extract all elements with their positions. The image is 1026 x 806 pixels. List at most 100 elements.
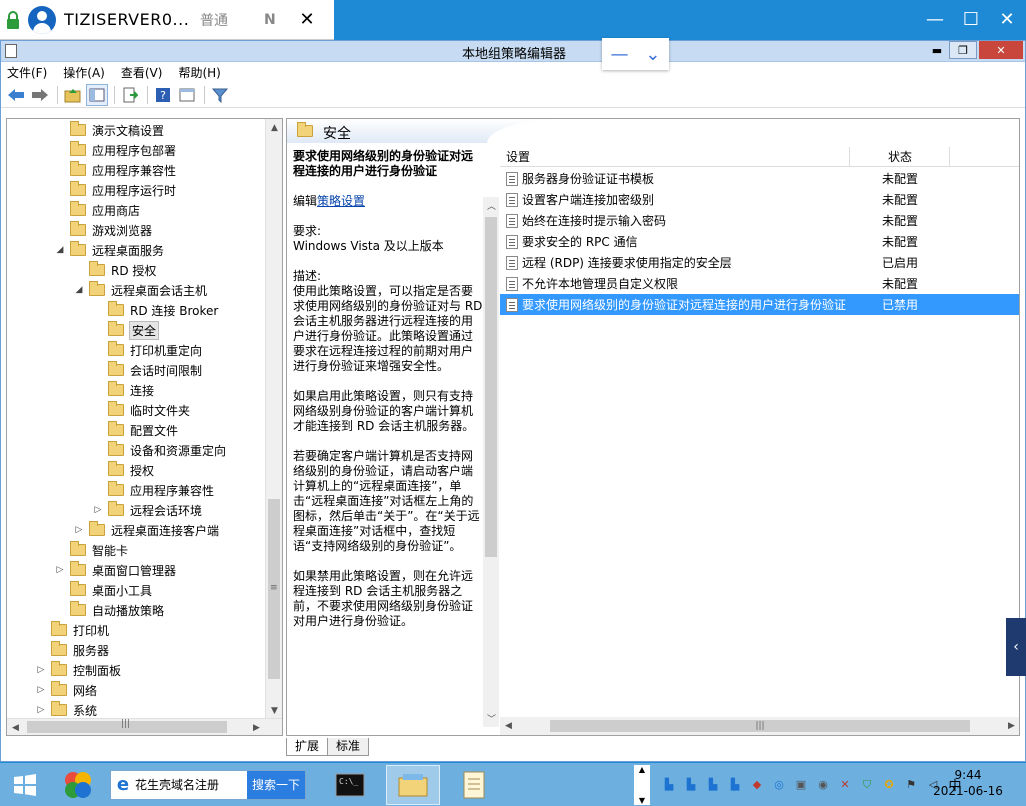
chevron-up-icon[interactable]: ▲	[639, 765, 645, 774]
tree-node[interactable]: 连接	[92, 380, 154, 400]
tree-hscroll-thumb[interactable]: |||	[27, 719, 227, 733]
chevron-down-icon[interactable]: ⌄	[645, 44, 660, 65]
tab-standard[interactable]: 标准	[327, 738, 370, 756]
desc-scroll-up-icon[interactable]: ︿	[483, 197, 500, 214]
tree-node[interactable]: 应用程序兼容性	[54, 160, 176, 180]
window-restore-icon[interactable]: ❐	[949, 41, 977, 59]
tree-scroll-thumb[interactable]: ≡	[268, 499, 280, 679]
file-explorer-taskbar-icon[interactable]	[386, 764, 440, 805]
setting-row[interactable]: 设置客户端连接加密级别 未配置	[500, 189, 1019, 210]
column-status[interactable]: 状态	[850, 147, 950, 166]
tree-node[interactable]: 应用商店	[54, 200, 140, 220]
tab-extended[interactable]: 扩展	[286, 738, 329, 756]
network-icon-3[interactable]: ▙	[704, 776, 722, 794]
flag-icon[interactable]: ⚑	[902, 776, 920, 794]
minimize-icon[interactable]: —	[915, 0, 955, 38]
description-scrollbar[interactable]: ︿ ﹀	[483, 197, 499, 727]
close-icon[interactable]: ✕	[987, 0, 1026, 38]
tree-node[interactable]: ◢ 远程桌面服务	[54, 240, 164, 260]
setting-row[interactable]: 要求使用网络级别的身份验证对远程连接的用户进行身份验证 已禁用	[500, 294, 1019, 315]
list-horizontal-scrollbar[interactable]: ◀ ||| ▶	[500, 717, 1019, 735]
search-text[interactable]: 花生壳域名注册	[135, 776, 247, 793]
tree-node[interactable]: 自动播放策略	[54, 600, 164, 620]
tree-node[interactable]: ▷ 网络	[35, 680, 97, 700]
window-minimize-icon[interactable]: ▬	[923, 41, 951, 59]
network-icon-4[interactable]: ▙	[726, 776, 744, 794]
tree-node[interactable]: 设备和资源重定向	[92, 440, 226, 460]
search-button[interactable]: 搜索一下	[247, 770, 305, 799]
tree-node[interactable]: ▷ 系统	[35, 700, 97, 720]
tree-node[interactable]: 应用程序兼容性	[92, 480, 214, 500]
menu-file[interactable]: 文件(F)	[7, 64, 47, 81]
scroll-up-icon[interactable]: ▲	[266, 119, 282, 136]
tree-horizontal-scrollbar[interactable]: ◀ ||| ▶	[7, 718, 282, 735]
update-icon[interactable]: ✪	[880, 776, 898, 794]
tree-node[interactable]: 安全	[92, 320, 160, 340]
expand-arrow-icon[interactable]: ▷	[92, 505, 104, 515]
list-scroll-left-icon[interactable]: ◀	[500, 718, 517, 735]
remote-minimize-icon[interactable]: —	[610, 44, 628, 65]
policy-editor-taskbar-icon[interactable]	[446, 765, 502, 805]
maximize-icon[interactable]: ☐	[951, 0, 991, 38]
column-setting[interactable]: 设置	[500, 147, 850, 166]
tree-node[interactable]: 服务器	[35, 640, 109, 660]
scroll-down-icon[interactable]: ▼	[266, 702, 282, 719]
tree-node[interactable]: ▷ 远程桌面连接客户端	[73, 520, 219, 540]
collapse-arrow-icon[interactable]: ◢	[54, 245, 66, 255]
tree-node[interactable]: 配置文件	[92, 420, 178, 440]
tree-node[interactable]: 游戏浏览器	[54, 220, 152, 240]
forward-icon[interactable]	[29, 84, 51, 106]
list-scroll-right-icon[interactable]: ▶	[1003, 718, 1019, 735]
taskbar-search-box[interactable]: e 花生壳域名注册 搜索一下	[110, 769, 306, 800]
menu-view[interactable]: 查看(V)	[121, 64, 163, 81]
tree-node[interactable]: 打印机重定向	[92, 340, 202, 360]
setting-row[interactable]: 服务器身份验证证书模板 未配置	[500, 168, 1019, 189]
back-icon[interactable]	[5, 84, 27, 106]
window-close-icon[interactable]: ✕	[979, 41, 1023, 59]
menu-action[interactable]: 操作(A)	[63, 64, 105, 81]
setting-row[interactable]: 要求安全的 RPC 通信 未配置	[500, 231, 1019, 252]
tree-node[interactable]: ▷ 桌面窗口管理器	[54, 560, 176, 580]
taskbar-scroll[interactable]: ▲ ▼	[634, 764, 650, 805]
cmd-taskbar-icon[interactable]: C:\_	[322, 765, 378, 805]
network-icon-2[interactable]: ▙	[682, 776, 700, 794]
tree-node[interactable]: 智能卡	[54, 540, 128, 560]
expand-arrow-icon[interactable]: ▷	[35, 705, 47, 715]
sync-icon[interactable]: ◎	[770, 776, 788, 794]
help-icon[interactable]: ?	[152, 84, 174, 106]
display-mode-label[interactable]: 普通	[200, 10, 260, 30]
edit-policy-link[interactable]: 策略设置	[317, 194, 365, 208]
remote-session-tab[interactable]: TIZISERVER0... 普通 N ✕	[0, 0, 334, 40]
start-button[interactable]	[0, 765, 50, 805]
tree-node[interactable]: 授权	[92, 460, 154, 480]
desc-scroll-down-icon[interactable]: ﹀	[483, 710, 500, 727]
tree-node[interactable]: ▷ 控制面板	[35, 660, 121, 680]
tree-node[interactable]: 会话时间限制	[92, 360, 202, 380]
shield-icon[interactable]: ⛉	[858, 776, 876, 794]
properties-icon[interactable]	[176, 84, 198, 106]
filter-icon[interactable]	[209, 84, 231, 106]
scroll-right-icon[interactable]: ▶	[248, 719, 265, 735]
tree-node[interactable]: 打印机	[35, 620, 109, 640]
device-icon[interactable]: ◉	[814, 776, 832, 794]
setting-row[interactable]: 不允许本地管理员自定义权限 未配置	[500, 273, 1019, 294]
menu-help[interactable]: 帮助(H)	[178, 64, 220, 81]
security-icon[interactable]: ◆	[748, 776, 766, 794]
collapse-arrow-icon[interactable]: ◢	[73, 285, 85, 295]
tree-node[interactable]: ◢ 远程桌面会话主机	[73, 280, 207, 300]
tree-node[interactable]: RD 连接 Broker	[92, 300, 218, 320]
chevron-down-icon[interactable]: ▼	[639, 796, 645, 805]
up-folder-icon[interactable]	[62, 84, 84, 106]
expand-arrow-icon[interactable]: ▷	[35, 685, 47, 695]
tree-vertical-scrollbar[interactable]: ▲ ≡ ▼	[265, 119, 282, 719]
tree-node[interactable]: 演示文稿设置	[54, 120, 164, 140]
show-hide-tree-icon[interactable]	[86, 83, 108, 106]
tree-node[interactable]: ▷ 远程会话环境	[92, 500, 202, 520]
desc-scroll-thumb[interactable]	[485, 217, 497, 557]
side-panel-handle[interactable]: ‹	[1006, 618, 1026, 676]
clock[interactable]: 9:44 2021-06-16	[932, 767, 1004, 799]
setting-row[interactable]: 始终在连接时提示输入密码 未配置	[500, 210, 1019, 231]
tree-node[interactable]: 应用程序运行时	[54, 180, 176, 200]
expand-arrow-icon[interactable]: ▷	[35, 665, 47, 675]
scroll-left-icon[interactable]: ◀	[7, 719, 24, 735]
